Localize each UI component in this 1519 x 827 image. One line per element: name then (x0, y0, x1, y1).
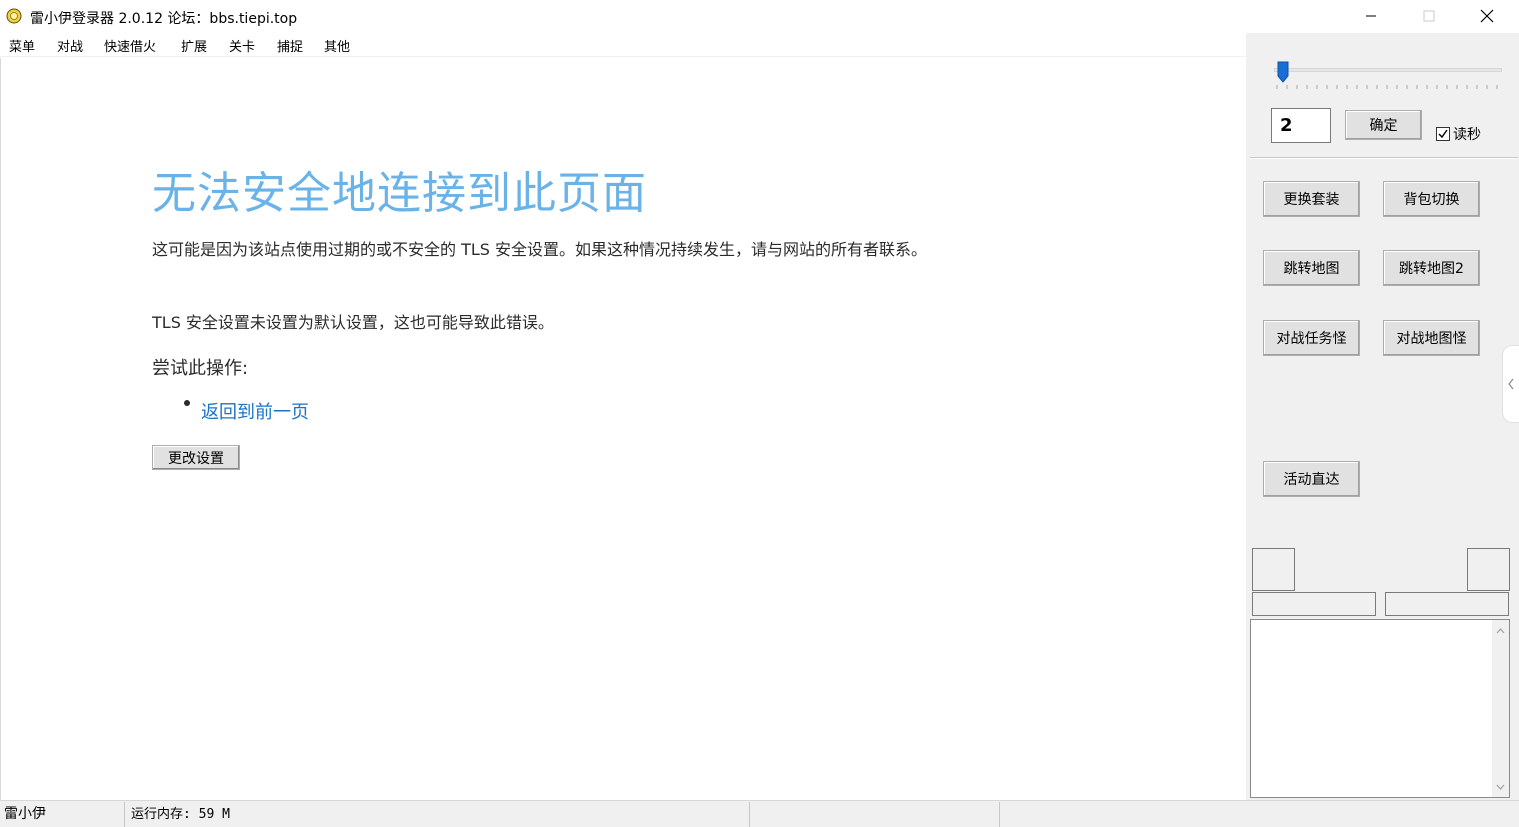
panel-separator (1250, 157, 1518, 159)
status-cell-3 (752, 802, 1000, 827)
go-back-link[interactable]: 返回到前一页 (201, 398, 309, 424)
speed-slider-thumb[interactable] (1277, 61, 1289, 83)
menu-item-battle[interactable]: 对战 (57, 36, 83, 55)
status-app-name: 雷小伊 (0, 802, 125, 827)
try-heading: 尝试此操作: (152, 358, 249, 379)
battle-task-monster-button[interactable]: 对战任务怪 (1263, 320, 1360, 356)
error-description: 这可能是因为该站点使用过期的或不安全的 TLS 安全设置。如果这种情况持续发生，… (152, 240, 928, 259)
battle-map-monster-button[interactable]: 对战地图怪 (1383, 320, 1480, 356)
activity-direct-button[interactable]: 活动直达 (1263, 461, 1360, 497)
menu-item-menu[interactable]: 菜单 (9, 36, 35, 55)
bag-switch-button[interactable]: 背包切换 (1383, 181, 1480, 217)
read-seconds-label: 读秒 (1453, 127, 1481, 143)
minimize-icon (1366, 15, 1376, 17)
menu-item-capture[interactable]: 捕捉 (277, 36, 303, 55)
speed-slider-track[interactable] (1274, 68, 1502, 72)
menu-item-extend[interactable]: 扩展 (181, 36, 207, 55)
confirm-button[interactable]: 确定 (1345, 110, 1422, 140)
menu-item-quick-fire[interactable]: 快速借火 (104, 36, 156, 55)
log-textarea[interactable] (1250, 619, 1510, 798)
image-box-left (1252, 548, 1295, 591)
close-icon (1480, 9, 1494, 23)
minimize-button[interactable] (1342, 0, 1400, 32)
close-button[interactable] (1458, 0, 1516, 32)
number-input[interactable]: 2 (1271, 108, 1331, 143)
chevron-up-icon (1496, 627, 1505, 633)
change-outfit-button[interactable]: 更换套装 (1263, 181, 1360, 217)
menu-item-levels[interactable]: 关卡 (229, 36, 255, 55)
log-scrollbar[interactable] (1492, 620, 1509, 797)
window-title: 雷小伊登录器 2.0.12 论坛：bbs.tiepi.top (30, 11, 298, 27)
bullet-dot (184, 400, 190, 406)
status-bar: 雷小伊 运行内存: 59 M (0, 800, 1519, 827)
error-tls-note: TLS 安全设置未设置为默认设置，这也可能导致此错误。 (152, 313, 554, 332)
maximize-icon (1423, 10, 1435, 22)
chevron-down-icon (1496, 784, 1505, 790)
info-field-left (1252, 592, 1376, 616)
title-bar: 雷小伊登录器 2.0.12 论坛：bbs.tiepi.top (0, 0, 1519, 32)
status-memory: 运行内存: 59 M (127, 802, 750, 827)
browser-content: 无法安全地连接到此页面 这可能是因为该站点使用过期的或不安全的 TLS 安全设置… (0, 58, 1246, 800)
maximize-button[interactable] (1400, 0, 1458, 32)
info-field-right (1385, 592, 1509, 616)
chevron-left-icon (1508, 378, 1514, 390)
app-logo-icon (6, 8, 22, 24)
scroll-up-button[interactable] (1492, 622, 1509, 639)
error-title: 无法安全地连接到此页面 (152, 168, 647, 219)
jump-map-button[interactable]: 跳转地图 (1263, 250, 1360, 286)
slider-ticks (1276, 85, 1498, 89)
jump-map2-button[interactable]: 跳转地图2 (1383, 250, 1480, 286)
menu-item-other[interactable]: 其他 (324, 36, 350, 55)
menu-bar: 菜单 对战 快速借火 扩展 关卡 捕捉 其他 (0, 33, 1250, 57)
scroll-down-button[interactable] (1492, 778, 1509, 795)
image-box-right (1467, 548, 1510, 591)
checkbox-box[interactable] (1436, 127, 1450, 141)
status-cell-4 (1002, 802, 1519, 827)
checkmark-icon (1438, 129, 1448, 139)
read-seconds-checkbox[interactable]: 读秒 (1436, 124, 1481, 144)
change-settings-button[interactable]: 更改设置 (152, 445, 240, 470)
collapse-panel-tab[interactable] (1502, 345, 1519, 423)
